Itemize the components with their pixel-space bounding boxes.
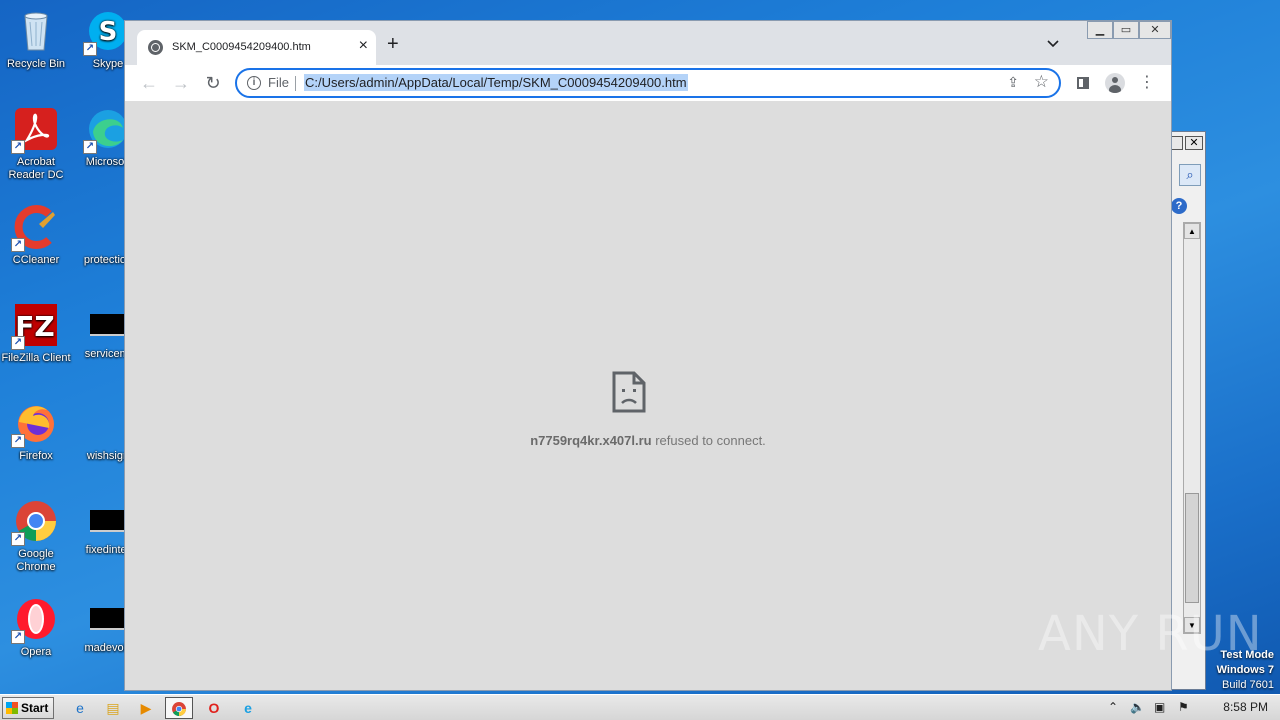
shortcut-arrow-icon: ↗ xyxy=(11,434,25,448)
shortcut-arrow-icon: ↗ xyxy=(83,140,97,154)
page-content: n7759rq4kr.x407l.ru refused to connect. xyxy=(125,101,1171,690)
window-close-button[interactable]: ✕ xyxy=(1139,21,1171,39)
desktop-icon-label: Recycle Bin xyxy=(6,58,66,70)
vertical-scrollbar[interactable]: ▲ ▼ xyxy=(1183,222,1201,634)
menu-kebab-icon[interactable]: ⋮ xyxy=(1135,71,1159,95)
help-icon[interactable]: ? xyxy=(1171,198,1187,214)
maximize-button[interactable]: ▭ xyxy=(1113,21,1139,39)
taskbar-edge-icon[interactable]: e xyxy=(234,697,262,719)
start-label: Start xyxy=(21,701,49,715)
forward-arrow-icon[interactable]: → xyxy=(169,71,193,95)
start-button[interactable]: Start xyxy=(2,697,54,719)
close-button[interactable]: ✕ xyxy=(1185,136,1203,150)
scheme-label: File xyxy=(268,75,289,90)
error-text: refused to connect. xyxy=(651,433,766,448)
taskbar-ie-icon[interactable]: e xyxy=(66,697,94,719)
test-mode-notice: Test Mode Windows 7 Build 7601 xyxy=(1217,648,1274,693)
side-panel-icon xyxy=(1077,77,1089,89)
tray-expand-icon[interactable]: ⌃ xyxy=(1108,700,1118,714)
new-tab-button[interactable]: + xyxy=(387,34,399,54)
desktop-icon-label: wishsign xyxy=(86,450,130,462)
scroll-up-icon[interactable]: ▲ xyxy=(1184,223,1200,239)
back-arrow-icon[interactable]: ← xyxy=(137,71,161,95)
desktop-icon-label: Skype xyxy=(92,58,124,70)
profile-button[interactable] xyxy=(1103,71,1127,95)
address-bar[interactable]: i File C:/Users/admin/AppData/Local/Temp… xyxy=(235,68,1061,98)
scrollbar-thumb[interactable] xyxy=(1185,493,1199,603)
desktop-icon-recycle-bin[interactable]: Recycle Bin xyxy=(0,8,72,71)
avatar-icon xyxy=(1105,73,1125,93)
opera-icon: ↗ xyxy=(11,596,59,644)
test-mode-line1: Test Mode xyxy=(1220,649,1274,661)
clock[interactable]: 8:58 PM xyxy=(1223,700,1268,714)
desktop-icon-filezilla[interactable]: FZ ↗ FileZilla Client xyxy=(0,302,72,365)
desktop-icon-label: Opera xyxy=(20,646,52,658)
taskbar: Start e ▤ ▶ O e ⌃ 🔈 ▣ ⚑ 8:58 PM xyxy=(0,694,1280,720)
taskbar-explorer-icon[interactable]: ▤ xyxy=(99,697,127,719)
browser-toolbar: ← → ↻ i File C:/Users/admin/AppData/Loca… xyxy=(125,65,1171,101)
shortcut-arrow-icon: ↗ xyxy=(11,336,25,350)
test-mode-line3: Build 7601 xyxy=(1222,679,1274,691)
url-text[interactable]: C:/Users/admin/AppData/Local/Temp/SKM_C0… xyxy=(304,74,688,91)
shortcut-arrow-icon: ↗ xyxy=(11,532,25,546)
svg-text:S: S xyxy=(99,17,118,47)
desktop-icon-firefox[interactable]: ↗ Firefox xyxy=(0,400,72,463)
error-host: n7759rq4kr.x407l.ru xyxy=(530,433,652,448)
shortcut-arrow-icon: ↗ xyxy=(11,140,25,154)
divider xyxy=(295,76,296,91)
volume-icon[interactable]: 🔈 xyxy=(1130,700,1145,714)
chrome-icon: ↗ xyxy=(11,498,59,546)
network-icon[interactable]: ▣ xyxy=(1154,700,1165,714)
bookmark-star-icon[interactable]: ☆ xyxy=(1034,72,1049,92)
tab-close-icon[interactable]: × xyxy=(359,38,368,54)
info-icon[interactable]: i xyxy=(247,76,261,90)
console-icon xyxy=(90,608,126,630)
tab-strip: SKM_C0009454209400.htm × + ▁ ▭ ✕ xyxy=(125,21,1171,65)
taskbar-media-player-icon[interactable]: ▶ xyxy=(132,697,160,719)
desktop-icon-label: Google Chrome xyxy=(16,548,56,573)
windows-logo-icon xyxy=(6,702,18,714)
tab-active[interactable]: SKM_C0009454209400.htm × xyxy=(137,30,376,65)
chrome-window: SKM_C0009454209400.htm × + ▁ ▭ ✕ ← → ↻ i… xyxy=(124,20,1172,691)
search-icon[interactable]: ⌕ xyxy=(1179,164,1201,186)
side-panel-button[interactable] xyxy=(1071,71,1095,95)
desktop-icon-label: CCleaner xyxy=(12,254,60,266)
desktop-icon-label: Acrobat Reader DC xyxy=(8,156,64,181)
desktop-icon-google-chrome[interactable]: ↗ Google Chrome xyxy=(0,498,72,574)
firefox-icon: ↗ xyxy=(11,400,59,448)
console-icon xyxy=(90,510,126,532)
shortcut-arrow-icon: ↗ xyxy=(11,630,25,644)
system-tray: ⌃ 🔈 ▣ ⚑ 8:58 PM xyxy=(1108,695,1280,720)
taskbar-chrome-icon[interactable] xyxy=(165,697,193,719)
error-message: n7759rq4kr.x407l.ru refused to connect. xyxy=(125,433,1171,448)
acrobat-icon: ↗ xyxy=(11,106,59,154)
recycle-bin-icon xyxy=(13,8,59,54)
filezilla-icon: FZ ↗ xyxy=(11,302,59,350)
restore-button[interactable] xyxy=(1171,136,1183,150)
console-icon xyxy=(90,314,126,336)
ccleaner-icon: ↗ xyxy=(11,204,59,252)
shortcut-arrow-icon: ↗ xyxy=(11,238,25,252)
desktop-icon-ccleaner[interactable]: ↗ CCleaner xyxy=(0,204,72,267)
taskbar-opera-icon[interactable]: O xyxy=(200,697,228,719)
desktop-icon-label: FileZilla Client xyxy=(1,352,71,364)
share-icon[interactable]: ⇪ xyxy=(1007,74,1019,91)
globe-icon xyxy=(148,40,163,55)
desktop-icon-opera[interactable]: ↗ Opera xyxy=(0,596,72,659)
minimize-button[interactable]: ▁ xyxy=(1087,21,1113,39)
shortcut-arrow-icon: ↗ xyxy=(83,42,97,56)
desktop-icon-label: Firefox xyxy=(19,450,53,462)
sad-document-icon xyxy=(612,371,646,413)
tab-search-chevron-icon[interactable] xyxy=(1047,37,1059,51)
action-center-flag-icon[interactable]: ⚑ xyxy=(1178,700,1189,714)
test-mode-line2: Windows 7 xyxy=(1216,664,1274,676)
desktop-icon-acrobat[interactable]: ↗ Acrobat Reader DC xyxy=(0,106,72,182)
tab-title: SKM_C0009454209400.htm xyxy=(172,41,311,53)
reload-icon[interactable]: ↻ xyxy=(201,71,225,95)
